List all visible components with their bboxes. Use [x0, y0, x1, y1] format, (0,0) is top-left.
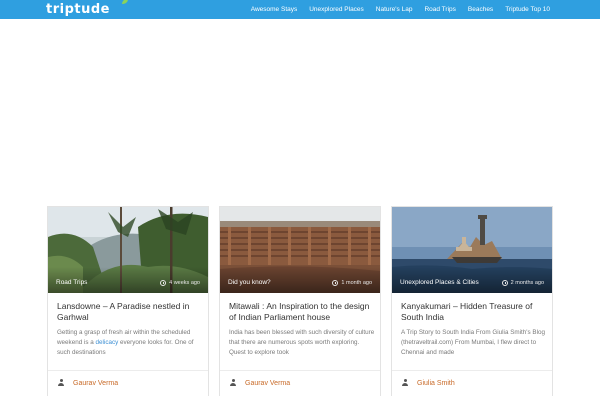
article-thumbnail[interactable]: Did you know? 1 month ago [220, 207, 380, 293]
article-excerpt: A Trip Story to South India From Giulia … [401, 329, 545, 356]
menu-item-beaches[interactable]: Beaches [462, 0, 499, 19]
article-thumbnail[interactable]: Unexplored Places & Cities 2 months ago [392, 207, 552, 293]
author-name[interactable]: Giulia Smith [417, 380, 455, 387]
card-divider [392, 370, 552, 371]
user-icon [57, 379, 65, 387]
card-divider [48, 370, 208, 371]
category-label[interactable]: Did you know? [228, 279, 271, 286]
menu-item-road-trips[interactable]: Road Trips [418, 0, 461, 19]
clock-icon [501, 280, 508, 286]
post-time: 2 months ago [501, 280, 544, 286]
article-title[interactable]: Kanyakumari – Hidden Treasure of South I… [401, 301, 547, 323]
site-logo-text: triptude [46, 2, 110, 17]
author-line: Giulia Smith [401, 378, 455, 388]
author-line: Gaurav Verma [57, 378, 118, 388]
card-divider [220, 370, 380, 371]
menu-item-unexplored-places[interactable]: Unexplored Places [303, 0, 370, 19]
author-name[interactable]: Gaurav Verma [245, 380, 290, 387]
excerpt-inline-link[interactable]: delicacy [96, 339, 119, 346]
article-card: Did you know? 1 month ago Mitawali : An … [219, 206, 381, 396]
article-title[interactable]: Mitawali : An Inspiration to the design … [229, 301, 375, 323]
post-time-text: 2 months ago [510, 280, 544, 286]
category-label[interactable]: Unexplored Places & Cities [400, 279, 479, 286]
post-time: 1 month ago [332, 280, 372, 286]
site-logo[interactable]: triptude [46, 0, 128, 18]
post-time: 4 weeks ago [160, 280, 200, 286]
author-name[interactable]: Gaurav Verma [73, 380, 118, 387]
top-navigation-bar: triptude Awesome Stays Unexplored Places… [0, 0, 600, 19]
clock-icon [160, 280, 167, 286]
category-label[interactable]: Road Trips [56, 279, 87, 286]
author-line: Gaurav Verma [229, 378, 290, 388]
menu-item-awesome-stays[interactable]: Awesome Stays [245, 0, 303, 19]
menu-item-natures-lap[interactable]: Nature's Lap [370, 0, 419, 19]
article-thumbnail[interactable]: Road Trips 4 weeks ago [48, 207, 208, 293]
article-card: Unexplored Places & Cities 2 months ago … [391, 206, 553, 396]
article-card: Road Trips 4 weeks ago Lansdowne – A Par… [47, 206, 209, 396]
clock-icon [332, 280, 339, 286]
post-time-text: 1 month ago [341, 280, 372, 286]
user-icon [401, 379, 409, 387]
leaf-icon [122, 0, 128, 4]
post-time-text: 4 weeks ago [169, 280, 200, 286]
article-excerpt: Getting a grasp of fresh air within the … [57, 328, 203, 358]
main-menu: Awesome Stays Unexplored Places Nature's… [245, 0, 556, 19]
user-icon [229, 379, 237, 387]
article-title[interactable]: Lansdowne – A Paradise nestled in Garhwa… [57, 301, 203, 323]
article-excerpt: India has been blessed with such diversi… [229, 329, 375, 356]
menu-item-triptude-top-10[interactable]: Triptude Top 10 [499, 0, 556, 19]
